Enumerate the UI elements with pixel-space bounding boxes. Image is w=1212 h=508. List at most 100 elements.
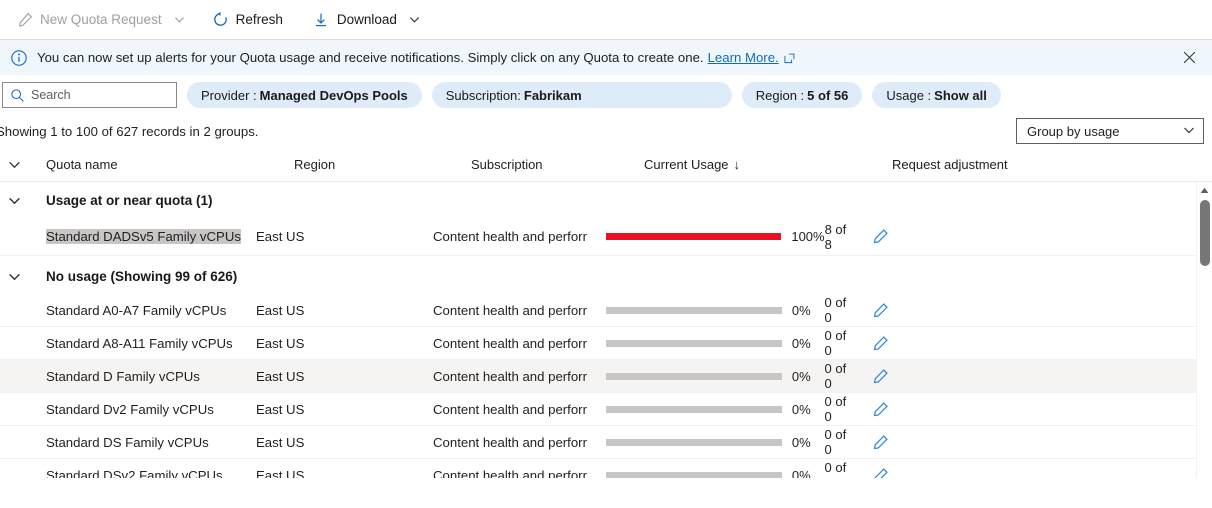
cell-quota-name[interactable]: Standard Dv2 Family vCPUs (8, 402, 256, 417)
cell-quota-name[interactable]: Standard DS Family vCPUs (8, 435, 256, 450)
download-button[interactable]: Download (305, 5, 405, 35)
group-by-dropdown[interactable]: Group by usage (1016, 118, 1204, 144)
filter-pill-provider[interactable]: Provider : Managed DevOps Pools (187, 82, 422, 108)
new-quota-request-button[interactable]: New Quota Request (8, 5, 170, 35)
pencil-edit-icon[interactable] (872, 302, 889, 319)
table-header-row: Quota name Region Subscription Current U… (0, 148, 1212, 182)
table-row[interactable]: Standard DS Family vCPUs East US Content… (0, 426, 1212, 459)
usage-ratio-label: 0 of 0 (824, 394, 847, 424)
cell-region: East US (256, 335, 305, 351)
refresh-icon (212, 11, 229, 28)
group-header-label: Usage at or near quota (1) (46, 192, 213, 208)
download-caret[interactable] (405, 5, 425, 35)
info-banner-text-wrap: You can now set up alerts for your Quota… (37, 50, 795, 65)
cell-region: East US (256, 302, 305, 318)
quota-grid: Quota name Region Subscription Current U… (0, 148, 1212, 478)
table-row[interactable]: Standard DADSv5 Family vCPUs East US Con… (0, 218, 1212, 256)
filter-pill-usage[interactable]: Usage : Show all (872, 82, 1001, 108)
usage-bar-fill (606, 233, 782, 240)
group-header-usage-at-or-near-quota[interactable]: Usage at or near quota (1) (0, 182, 1212, 218)
cell-region: East US (256, 434, 305, 450)
filter-pill-provider-value: Managed DevOps Pools (259, 87, 408, 103)
cell-current-usage: 0% 0 of 0 (606, 427, 854, 457)
new-quota-request-caret[interactable] (170, 5, 190, 35)
table-row[interactable]: Standard Dv2 Family vCPUs East US Conten… (0, 393, 1212, 426)
info-banner: You can now set up alerts for your Quota… (0, 40, 1212, 76)
table-body: Usage at or near quota (1) Standard DADS… (0, 182, 1212, 478)
new-quota-request-label: New Quota Request (40, 12, 162, 27)
record-count-text: Showing 1 to 100 of 627 records in 2 gro… (0, 123, 259, 139)
info-banner-message: You can now set up alerts for your Quota… (37, 50, 704, 65)
usage-percent-label: 0% (791, 335, 811, 351)
filter-pill-subscription-label: Subscription: (445, 87, 521, 103)
usage-bar-track (606, 405, 782, 413)
column-header-current-usage[interactable]: Current Usage ↓ (644, 157, 892, 172)
cell-current-usage: 0% 0 of 0 (606, 295, 854, 325)
cell-current-usage: 0% 0 of 0 (606, 328, 854, 358)
filter-pill-subscription[interactable]: Subscription: Fabrikam (431, 82, 732, 108)
cell-subscription: Content health and perforr (433, 368, 587, 384)
usage-bar-track (606, 339, 782, 347)
close-icon[interactable] (1176, 45, 1202, 71)
scroll-up-arrow-icon[interactable] (1197, 182, 1212, 198)
table-row[interactable]: Standard D Family vCPUs East US Content … (0, 360, 1212, 393)
expand-all-chevron-icon[interactable] (8, 158, 46, 171)
cell-request-adjustment (854, 228, 1044, 245)
usage-percent-label: 0% (791, 401, 811, 417)
cell-current-usage: 0% 0 of 0 (606, 460, 854, 478)
group-collapse-chevron-icon[interactable] (8, 194, 46, 207)
pencil-edit-icon[interactable] (872, 401, 889, 418)
usage-ratio-label: 8 of 8 (824, 221, 847, 252)
vertical-scrollbar[interactable] (1196, 182, 1212, 478)
usage-percent-label: 100% (791, 229, 825, 244)
group-collapse-chevron-icon[interactable] (8, 270, 46, 283)
group-header-no-usage[interactable]: No usage (Showing 99 of 626) (0, 258, 1212, 294)
cell-request-adjustment (854, 434, 1044, 451)
search-input[interactable] (3, 83, 176, 107)
cell-subscription: Content health and perforr (433, 401, 587, 417)
usage-bar-track (606, 233, 782, 240)
cell-region: East US (256, 467, 305, 479)
usage-ratio-label: 0 of 0 (824, 460, 847, 478)
column-header-quota-name[interactable]: Quota name (46, 157, 294, 172)
pencil-edit-icon[interactable] (872, 467, 889, 478)
filter-pill-region[interactable]: Region : 5 of 56 (741, 82, 863, 108)
quota-name-text: Standard DADSv5 Family vCPUs (46, 229, 241, 244)
cell-quota-name[interactable]: Standard DSv2 Family vCPUs (8, 468, 256, 479)
usage-bar-track (606, 471, 782, 478)
results-summary-row: Showing 1 to 100 of 627 records in 2 gro… (0, 114, 1212, 148)
cell-request-adjustment (854, 335, 1044, 352)
filter-pill-provider-label: Provider : (201, 87, 257, 103)
cell-quota-name[interactable]: Standard A0-A7 Family vCPUs (8, 303, 256, 318)
external-link-icon (784, 52, 795, 64)
cell-quota-name[interactable]: Standard D Family vCPUs (8, 369, 256, 384)
pencil-edit-icon[interactable] (872, 434, 889, 451)
usage-ratio-label: 0 of 0 (824, 427, 847, 457)
usage-ratio-label: 0 of 0 (824, 295, 847, 325)
usage-bar-track (606, 372, 782, 380)
search-icon (10, 88, 25, 108)
table-row[interactable]: Standard A8-A11 Family vCPUs East US Con… (0, 327, 1212, 360)
group-by-value: Group by usage (1027, 123, 1120, 139)
cell-request-adjustment (854, 401, 1044, 418)
column-header-region[interactable]: Region (294, 157, 471, 172)
pencil-edit-icon[interactable] (872, 335, 889, 352)
usage-bar-track (606, 438, 782, 446)
cell-subscription: Content health and perforr (433, 229, 587, 244)
pencil-edit-icon[interactable] (872, 228, 889, 245)
cell-quota-name[interactable]: Standard A8-A11 Family vCPUs (8, 336, 256, 351)
usage-percent-label: 0% (791, 368, 811, 384)
group-header-label: No usage (Showing 99 of 626) (46, 268, 238, 284)
cell-region: East US (256, 229, 305, 244)
learn-more-link[interactable]: Learn More. (708, 50, 779, 65)
pencil-edit-icon[interactable] (872, 368, 889, 385)
column-header-subscription[interactable]: Subscription (471, 157, 644, 172)
refresh-button[interactable]: Refresh (204, 5, 291, 35)
cell-quota-name[interactable]: Standard DADSv5 Family vCPUs (8, 229, 256, 244)
table-row[interactable]: Standard A0-A7 Family vCPUs East US Cont… (0, 294, 1212, 327)
table-row[interactable]: Standard DSv2 Family vCPUs East US Conte… (0, 459, 1212, 478)
sort-descending-icon: ↓ (733, 157, 741, 172)
search-box[interactable] (2, 82, 177, 108)
scroll-thumb[interactable] (1200, 200, 1210, 266)
command-toolbar: New Quota Request Refresh Download (0, 0, 1212, 40)
